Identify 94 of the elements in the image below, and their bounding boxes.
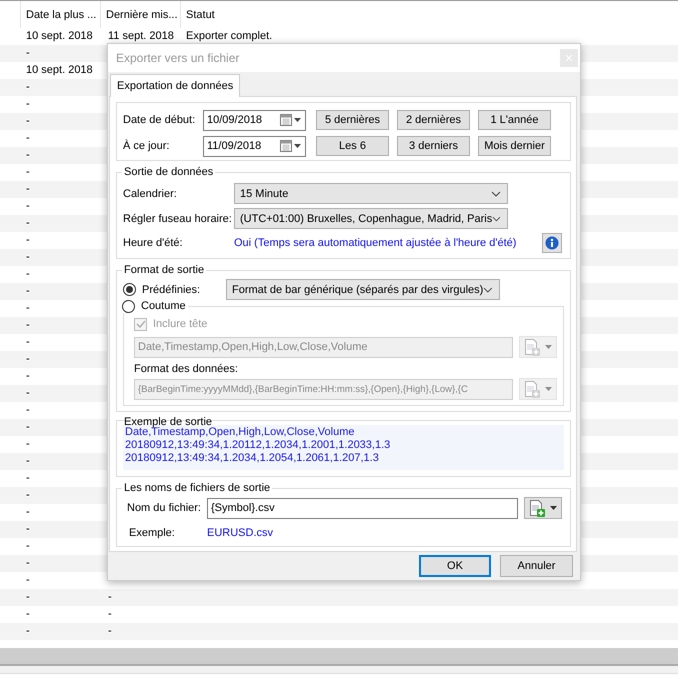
table-cell-text: - [25, 539, 31, 554]
field-label: Exemple: [128, 527, 176, 539]
radio-button[interactable] [122, 300, 135, 312]
calendar-dropdown-icon[interactable] [280, 140, 302, 152]
radio-label: Prédéfinies: [142, 284, 202, 296]
table-cell-text: - [25, 46, 31, 61]
date-field[interactable]: 11/09/2018 [203, 136, 306, 156]
table-cell-text: - [25, 386, 31, 401]
table-cell-text: - [25, 216, 31, 231]
table-cell-text: 10 sept. 2018 [25, 63, 94, 78]
table-cell-text: - [25, 420, 31, 435]
table-cell-text: - [25, 80, 31, 95]
sample-line: 20180912,13:49:34,1.2034,1.2054,1.2061,1.207,1.3 [125, 452, 380, 465]
table-cell-text: - [25, 335, 31, 350]
table-cell-text: 11 sept. 2018 [107, 29, 175, 44]
info-button[interactable] [542, 233, 562, 253]
file-name-field[interactable]: {Symbol}.csv [207, 498, 518, 518]
field-label: Heure d'été: [123, 237, 184, 249]
group-title: Exemple de sortie [123, 415, 212, 428]
field-label: Calendrier: [123, 188, 178, 200]
date-value: 11/09/2018 [207, 140, 262, 152]
quick-range-button[interactable]: 5 dernières [316, 110, 389, 130]
table-cell-text: - [25, 318, 31, 333]
field-label: À ce jour: [123, 140, 170, 152]
insert-button[interactable] [524, 497, 562, 519]
table-cell-text: - [25, 131, 31, 146]
table-cell-text: - [25, 97, 31, 112]
field-label: Nom du fichier: [126, 502, 202, 514]
table-cell-text: - [25, 488, 31, 503]
table-cell-text: - [25, 505, 31, 520]
table-cell-text: - [25, 573, 31, 588]
table-cell-text: - [25, 471, 31, 486]
checkbox[interactable] [134, 318, 147, 330]
table-cell-text: - [25, 267, 31, 282]
table-cell-text: - [25, 556, 31, 571]
table-cell-text: - [25, 437, 31, 452]
calendar-dropdown-icon[interactable] [280, 114, 302, 126]
table-cell-text: - [25, 522, 31, 537]
field-label: Date de début: [123, 114, 196, 126]
table-cell-text: - [25, 114, 31, 129]
table-cell-text: - [25, 590, 31, 605]
table-cell-text: - [25, 148, 31, 163]
field-label: Régler fuseau horaire: [123, 212, 233, 224]
chevron-down-icon [491, 190, 501, 196]
quick-range-button[interactable]: 3 derniers [397, 136, 470, 156]
caret-icon [544, 345, 552, 349]
date-field[interactable]: 10/09/2018 [203, 110, 306, 130]
file-plus-icon [524, 380, 540, 398]
scroll-bar[interactable] [0, 648, 678, 664]
field-label: Format des données: [134, 363, 239, 375]
table-cell-text: - [107, 624, 113, 639]
table-cell-text: Exporter complet. [185, 29, 274, 44]
timezone-dropdown[interactable]: (UTC+01:00) Bruxelles, Copenhague, Madrid, Paris [234, 208, 508, 229]
table-cell-text: - [25, 165, 31, 180]
table-cell-text: - [25, 607, 31, 622]
table-cell-text: - [25, 199, 31, 214]
caret-icon [544, 387, 552, 391]
quick-range-button[interactable]: 2 dernières [397, 110, 470, 130]
file-plus-icon [524, 338, 540, 356]
checkbox-label: Inclure tête [153, 318, 208, 330]
dst-info-text: Oui (Temps sera automatiquement ajustée à l'heure d'été) [234, 237, 516, 249]
table-cell-text: - [25, 284, 31, 299]
table-cell-text: - [25, 352, 31, 367]
radio-button[interactable] [123, 283, 136, 296]
tab[interactable]: Exportation de données [110, 74, 240, 97]
example-file-name: EURUSD.csv [207, 527, 274, 539]
quick-range-button[interactable]: Mois dernier [478, 136, 551, 156]
chevron-down-icon [483, 286, 493, 292]
table-cell-text: - [107, 590, 113, 605]
table-cell-text: - [25, 454, 31, 469]
info-icon [545, 236, 559, 250]
format-dropdown[interactable]: Format de bar générique (séparés par des virgules) [226, 279, 500, 300]
window-title: Exporter vers un fichier [116, 51, 240, 65]
radio-label: Coutume [141, 299, 186, 313]
dialog-button[interactable]: OK [419, 555, 491, 577]
date-value: 10/09/2018 [207, 114, 264, 126]
chevron-down-icon [492, 216, 501, 222]
table-cell-text: - [25, 369, 31, 384]
table-cell-text: - [25, 624, 31, 639]
table-cell-text: - [25, 182, 31, 197]
sample-line: 20180912,13:49:34,1.20112,1.2034,1.2001,1.2033,1.3 [125, 439, 392, 452]
table-cell-text: - [107, 607, 113, 622]
table-cell-text: - [25, 233, 31, 248]
table-cell-text: 10 sept. 2018 [25, 29, 94, 44]
calendar-dropdown[interactable]: 15 Minute [234, 183, 508, 204]
table-cell-text: - [25, 250, 31, 265]
caret-icon [550, 506, 557, 510]
table-cell-text: - [25, 301, 31, 316]
sample-line: Date,Timestamp,Open,High,Low,Close,Volume [125, 426, 356, 439]
quick-range-button[interactable]: Les 6 [316, 136, 389, 156]
quick-range-button[interactable]: 1 L'année [478, 110, 551, 130]
file-plus-icon [529, 500, 546, 516]
table-cell-text: - [25, 403, 31, 418]
dialog-button[interactable]: Annuler [500, 555, 573, 577]
